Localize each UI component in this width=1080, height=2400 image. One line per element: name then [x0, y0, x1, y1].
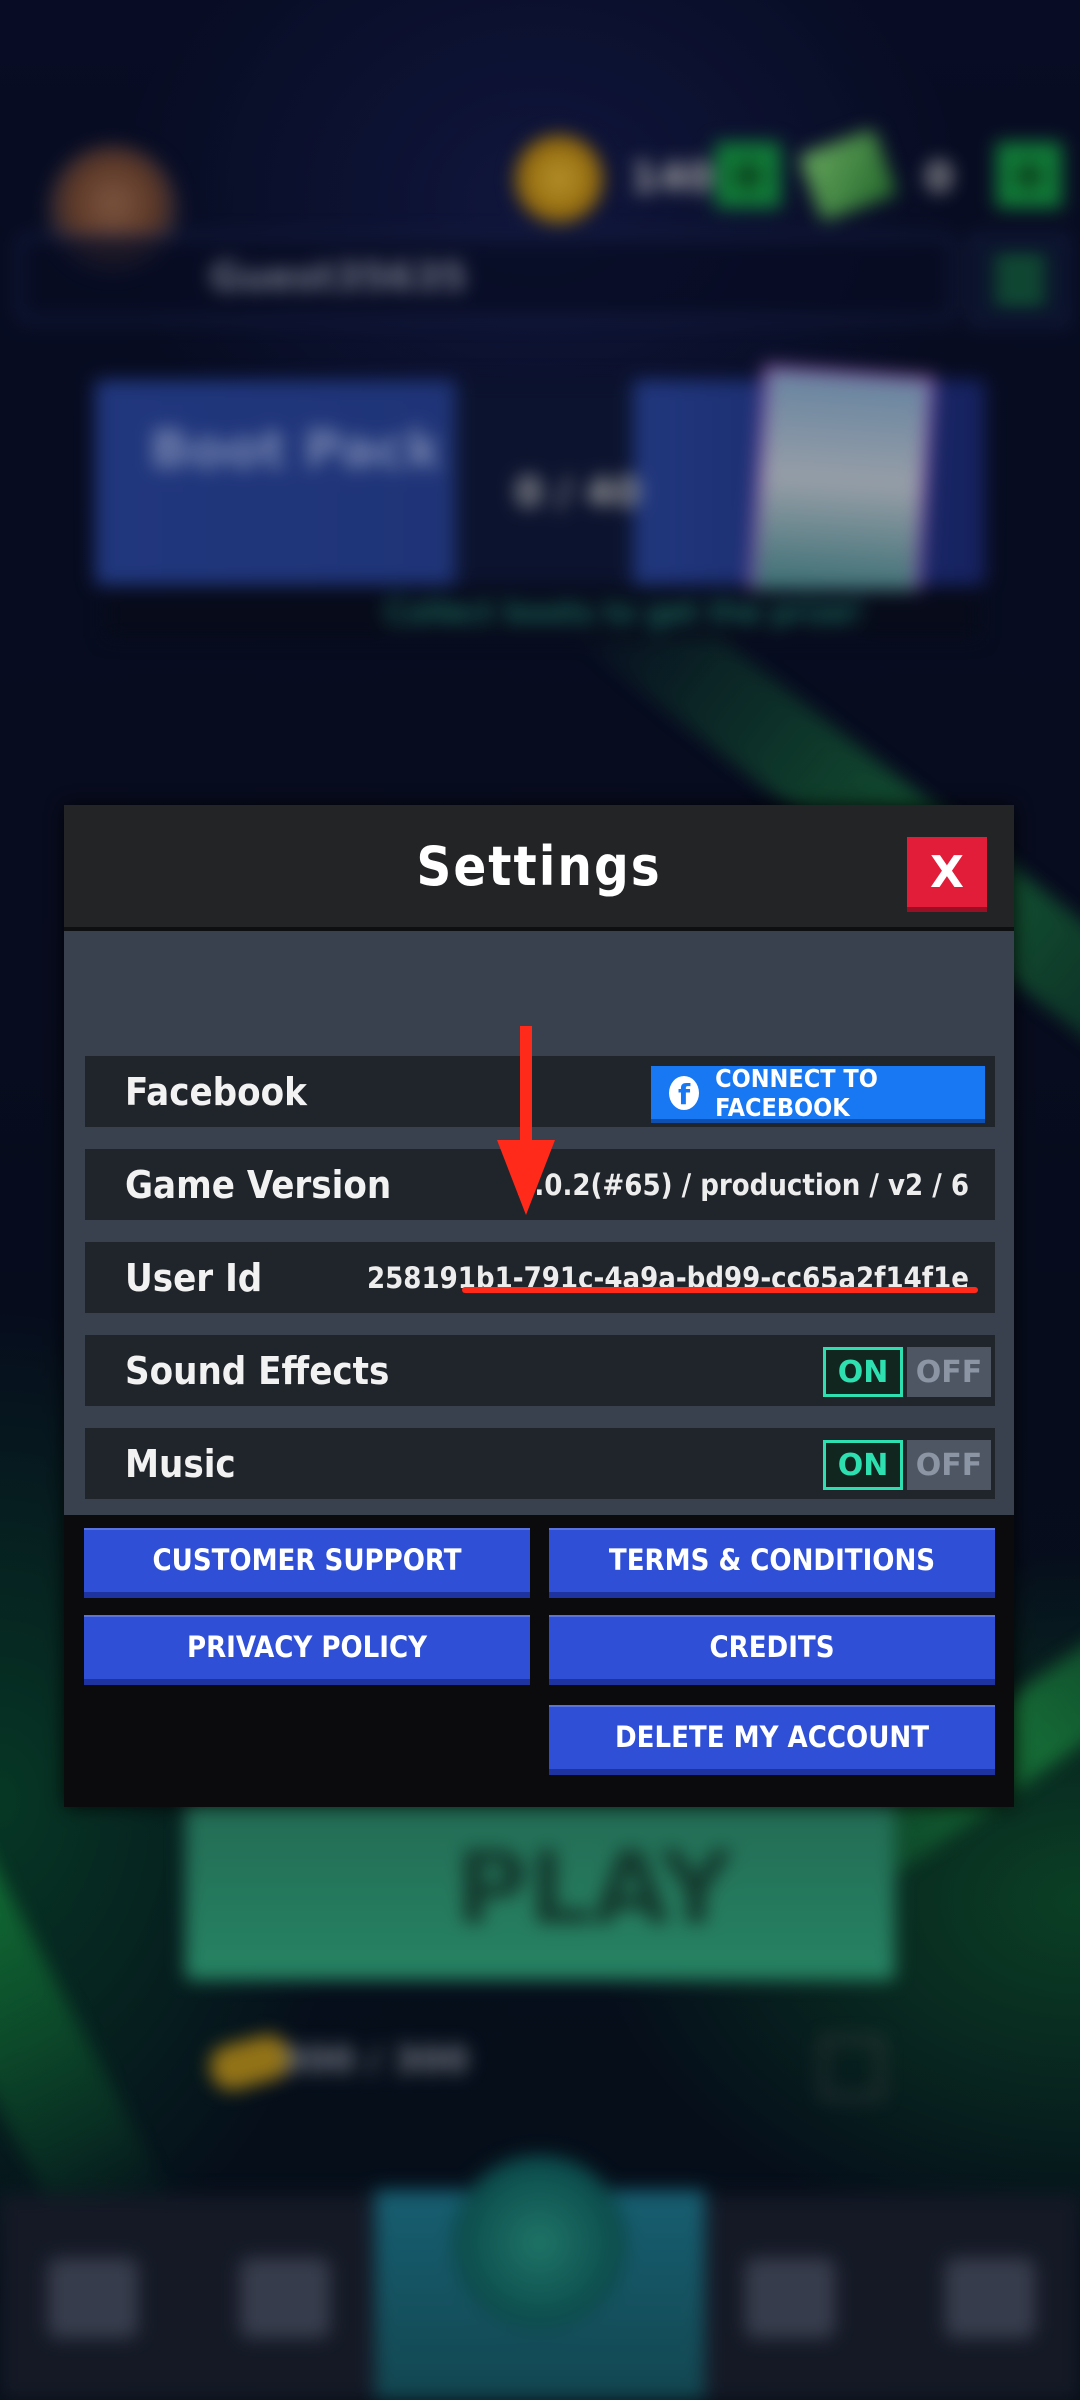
settings-body: Facebook f CONNECT TO FACEBOOK Game Vers… [64, 931, 1014, 1515]
sound-effects-label: Sound Effects [125, 1348, 390, 1393]
sound-effects-row: Sound Effects ON OFF [85, 1335, 995, 1406]
terms-conditions-button[interactable]: TERMS & CONDITIONS [549, 1528, 995, 1598]
sound-effects-off-option[interactable]: OFF [907, 1347, 991, 1397]
game-version-label: Game Version [125, 1162, 392, 1207]
user-id-value[interactable]: 258191b1-791c-4a9a-bd99-cc65a2f14f1e [367, 1242, 969, 1313]
game-screen: 140 + 0 + Guest35635 Boot Pack 0 / 40 Co… [0, 0, 1080, 2400]
sound-effects-toggle[interactable]: ON OFF [823, 1347, 991, 1397]
user-id-row: User Id 258191b1-791c-4a9a-bd99-cc65a2f1… [85, 1242, 995, 1313]
music-off-option[interactable]: OFF [907, 1440, 991, 1490]
music-row: Music ON OFF [85, 1428, 995, 1499]
facebook-row: Facebook f CONNECT TO FACEBOOK [85, 1056, 995, 1127]
connect-facebook-label: CONNECT TO FACEBOOK [715, 1063, 878, 1122]
music-toggle[interactable]: ON OFF [823, 1440, 991, 1490]
game-version-value: 2.0.2(#65) / production / v2 / 6 [516, 1167, 969, 1202]
close-button[interactable]: X [907, 837, 987, 912]
user-id-label: User Id [125, 1255, 263, 1300]
settings-title: Settings [416, 834, 662, 898]
delete-account-button[interactable]: DELETE MY ACCOUNT [549, 1705, 995, 1775]
annotation-arrow-head [497, 1140, 555, 1215]
settings-dialog: Settings X Facebook f CONNECT TO FACEBOO… [64, 805, 1014, 1807]
music-on-option[interactable]: ON [823, 1440, 903, 1490]
facebook-label: Facebook [125, 1069, 307, 1114]
credits-button[interactable]: CREDITS [549, 1615, 995, 1685]
customer-support-button[interactable]: CUSTOMER SUPPORT [84, 1528, 530, 1598]
sound-effects-on-option[interactable]: ON [823, 1347, 903, 1397]
privacy-policy-button[interactable]: PRIVACY POLICY [84, 1615, 530, 1685]
annotation-underline [462, 1287, 978, 1293]
music-label: Music [125, 1441, 236, 1486]
annotation-arrow [520, 1026, 532, 1146]
connect-facebook-button[interactable]: f CONNECT TO FACEBOOK [651, 1063, 985, 1123]
facebook-icon: f [669, 1075, 700, 1110]
